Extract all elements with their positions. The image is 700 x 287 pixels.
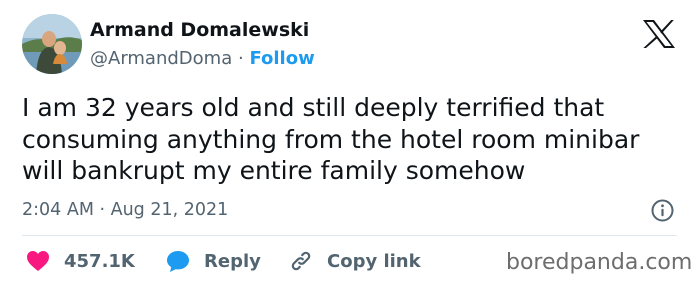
x-logo-icon[interactable] bbox=[642, 19, 676, 49]
copy-link-label: Copy link bbox=[327, 250, 421, 272]
reply-button[interactable]: Reply bbox=[166, 248, 261, 274]
tweet-text-line: will bankrupt my entire family somehow bbox=[22, 156, 526, 185]
follow-button[interactable]: Follow bbox=[249, 48, 314, 69]
author-handle-row: @ArmandDoma · Follow bbox=[90, 48, 315, 69]
link-icon bbox=[291, 251, 311, 271]
tweet-text-line: consuming anything from the hotel room m… bbox=[22, 124, 640, 154]
watermark: boredpanda.com bbox=[506, 250, 693, 275]
avatar-photo bbox=[22, 14, 82, 74]
separator-dot: · bbox=[237, 48, 244, 69]
copy-link-button[interactable]: Copy link bbox=[289, 248, 421, 274]
info-icon[interactable] bbox=[651, 199, 674, 222]
tweet-text: I am 32 years old and still deeply terri… bbox=[22, 92, 682, 187]
divider bbox=[22, 235, 677, 236]
speech-bubble-icon bbox=[167, 250, 189, 272]
author-handle[interactable]: @ArmandDoma bbox=[90, 48, 232, 69]
heart-icon bbox=[27, 251, 49, 271]
avatar[interactable] bbox=[22, 14, 82, 74]
like-button[interactable]: 457.1K bbox=[26, 248, 135, 274]
like-count: 457.1K bbox=[64, 250, 135, 272]
reply-label: Reply bbox=[204, 250, 261, 272]
tweet-text-line: I am 32 years old and still deeply terri… bbox=[22, 93, 605, 122]
author-display-name[interactable]: Armand Domalewski bbox=[90, 19, 309, 41]
tweet-timestamp[interactable]: 2:04 AM · Aug 21, 2021 bbox=[22, 200, 228, 220]
